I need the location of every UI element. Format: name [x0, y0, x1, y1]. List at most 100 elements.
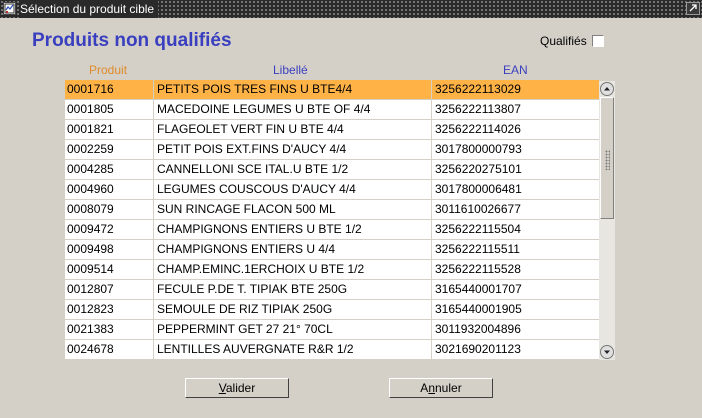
grip-icon [605, 150, 610, 170]
cell-produit: 0009472 [67, 220, 150, 239]
cell-libelle: CHAMPIGNONS ENTIERS U BTE 1/2 [153, 220, 432, 239]
vertical-scrollbar[interactable] [599, 81, 615, 360]
table-row[interactable]: 0009514 CHAMP.EMINC.1ERCHOIX U BTE 1/2 325… [65, 260, 599, 280]
cell-libelle: SEMOULE DE RIZ TIPIAK 250G [153, 300, 432, 319]
cell-ean: 3256222115511 [431, 240, 600, 259]
scrollbar-thumb[interactable] [600, 97, 614, 219]
cell-libelle-text: PETIT POIS EXT.FINS D'AUCY 4/4 [157, 142, 347, 156]
cell-libelle: PETITS POIS TRES FINS U BTE4/4 [153, 80, 432, 99]
cell-produit-text: 0001716 [67, 82, 114, 96]
cell-libelle-text: SUN RINCAGE FLACON 500 ML [157, 202, 336, 216]
cell-libelle-text: MACEDOINE LEGUMES U BTE OF 4/4 [157, 102, 371, 116]
cell-ean: 3017800006481 [431, 180, 600, 199]
scroll-down-arrow-icon[interactable] [600, 345, 614, 359]
cell-produit-text: 0009498 [67, 242, 114, 256]
cell-libelle: FLAGEOLET VERT FIN U BTE 4/4 [153, 120, 432, 139]
cell-ean: 3165440001707 [431, 280, 600, 299]
cell-produit-text: 0012823 [67, 302, 114, 316]
cell-ean-text: 3017800006481 [435, 182, 522, 196]
restore-icon[interactable] [686, 2, 700, 15]
cell-ean-text: 3165440001707 [435, 282, 522, 296]
table-row[interactable]: 0012807 FECULE P.DE T. TIPIAK BTE 250G 316… [65, 280, 599, 300]
cell-ean: 3256222115528 [431, 260, 600, 279]
scroll-up-arrow-icon[interactable] [600, 82, 614, 96]
window-title: Sélection du produit cible [20, 0, 159, 18]
cell-ean-text: 3021690201123 [435, 342, 521, 356]
cell-produit: 0012807 [67, 280, 150, 299]
cell-produit-text: 0009514 [67, 262, 114, 276]
qualifies-label: Qualifiés [540, 34, 587, 48]
cell-ean: 3017800000793 [431, 140, 600, 159]
cell-libelle-text: CANNELLONI SCE ITAL.U BTE 1/2 [157, 162, 349, 176]
cell-produit: 0024678 [67, 340, 150, 359]
column-header-libelle[interactable]: Libellé [273, 63, 308, 77]
product-table: 0001716 PETITS POIS TRES FINS U BTE4/4 325… [65, 80, 599, 360]
table-row[interactable]: 0004960 LEGUMES COUSCOUS D'AUCY 4/4 301780… [65, 180, 599, 200]
cell-produit-text: 0001805 [67, 102, 114, 116]
cell-ean: 3256222114026 [431, 120, 600, 139]
title-bar[interactable]: Sélection du produit cible [0, 0, 702, 18]
cell-libelle-text: CHAMPIGNONS ENTIERS U BTE 1/2 [157, 222, 362, 236]
cell-ean-text: 3256222115528 [435, 262, 521, 276]
cell-produit-text: 0021383 [67, 322, 114, 336]
cell-produit: 0012823 [67, 300, 150, 319]
cell-produit-text: 0024678 [67, 342, 114, 356]
cell-produit-text: 0002259 [67, 142, 114, 156]
cell-produit-text: 0009472 [67, 222, 114, 236]
cell-produit-text: 0012807 [67, 282, 114, 296]
table-row[interactable]: 0001716 PETITS POIS TRES FINS U BTE4/4 325… [65, 80, 599, 100]
cell-ean: 3256220275101 [431, 160, 600, 179]
page-title: Produits non qualifiés [32, 30, 232, 51]
cell-produit: 0004285 [67, 160, 150, 179]
qualifies-checkbox[interactable] [592, 35, 604, 47]
cell-produit-text: 0008079 [67, 202, 114, 216]
cell-ean: 3165440001905 [431, 300, 600, 319]
cell-libelle: CHAMP.EMINC.1ERCHOIX U BTE 1/2 [153, 260, 432, 279]
cell-ean-text: 3256220275101 [435, 162, 522, 176]
valider-button[interactable]: Valider [185, 378, 289, 398]
column-header-produit[interactable]: Produit [89, 63, 127, 77]
cell-libelle-text: LEGUMES COUSCOUS D'AUCY 4/4 [157, 182, 356, 196]
cell-libelle: PEPPERMINT GET 27 21° 70CL [153, 320, 432, 339]
column-header-ean[interactable]: EAN [503, 63, 528, 77]
cell-produit: 0002259 [67, 140, 150, 159]
cell-libelle-text: PEPPERMINT GET 27 21° 70CL [157, 322, 333, 336]
table-row[interactable]: 0001805 MACEDOINE LEGUMES U BTE OF 4/4 325… [65, 100, 599, 120]
cell-produit: 0009514 [67, 260, 150, 279]
table-row[interactable]: 0024678 LENTILLES AUVERGNATE R&R 1/2 30216… [65, 340, 599, 360]
cell-libelle: LEGUMES COUSCOUS D'AUCY 4/4 [153, 180, 432, 199]
app-icon[interactable] [3, 2, 16, 15]
cell-libelle: SUN RINCAGE FLACON 500 ML [153, 200, 432, 219]
cell-ean-text: 3256222113029 [435, 82, 521, 96]
cell-libelle-text: LENTILLES AUVERGNATE R&R 1/2 [157, 342, 354, 356]
table-row[interactable]: 0001821 FLAGEOLET VERT FIN U BTE 4/4 32562… [65, 120, 599, 140]
cell-ean: 3011932004896 [431, 320, 600, 339]
cell-produit-text: 0001821 [67, 122, 114, 136]
cell-ean-text: 3256222113807 [435, 102, 521, 116]
cell-ean: 3256222113029 [431, 80, 600, 99]
annuler-button[interactable]: Annuler [389, 378, 493, 398]
cell-libelle: PETIT POIS EXT.FINS D'AUCY 4/4 [153, 140, 432, 159]
cell-produit: 0009498 [67, 240, 150, 259]
table-row[interactable]: 0021383 PEPPERMINT GET 27 21° 70CL 3011932… [65, 320, 599, 340]
cell-libelle-text: PETITS POIS TRES FINS U BTE4/4 [157, 82, 353, 96]
table-row[interactable]: 0009472 CHAMPIGNONS ENTIERS U BTE 1/2 3256… [65, 220, 599, 240]
cell-ean: 3011610026677 [431, 200, 600, 219]
cell-libelle: LENTILLES AUVERGNATE R&R 1/2 [153, 340, 432, 359]
table-row[interactable]: 0008079 SUN RINCAGE FLACON 500 ML 30116100… [65, 200, 599, 220]
cell-produit: 0001805 [67, 100, 150, 119]
cell-ean: 3256222113807 [431, 100, 600, 119]
table-row[interactable]: 0002259 PETIT POIS EXT.FINS D'AUCY 4/4 301… [65, 140, 599, 160]
cell-libelle: MACEDOINE LEGUMES U BTE OF 4/4 [153, 100, 432, 119]
cell-produit: 0008079 [67, 200, 150, 219]
table-row[interactable]: 0004285 CANNELLONI SCE ITAL.U BTE 1/2 3256… [65, 160, 599, 180]
cell-ean: 3256222115504 [431, 220, 600, 239]
cell-ean-text: 3256222115504 [435, 222, 521, 236]
cell-ean-text: 3011610026677 [435, 202, 521, 216]
cell-ean-text: 3256222114026 [435, 122, 521, 136]
table-row[interactable]: 0012823 SEMOULE DE RIZ TIPIAK 250G 3165440… [65, 300, 599, 320]
cell-libelle-text: CHAMP.EMINC.1ERCHOIX U BTE 1/2 [157, 262, 365, 276]
cell-ean-text: 3011932004896 [435, 322, 521, 336]
cell-ean: 3021690201123 [431, 340, 600, 359]
table-row[interactable]: 0009498 CHAMPIGNONS ENTIERS U 4/4 32562221… [65, 240, 599, 260]
